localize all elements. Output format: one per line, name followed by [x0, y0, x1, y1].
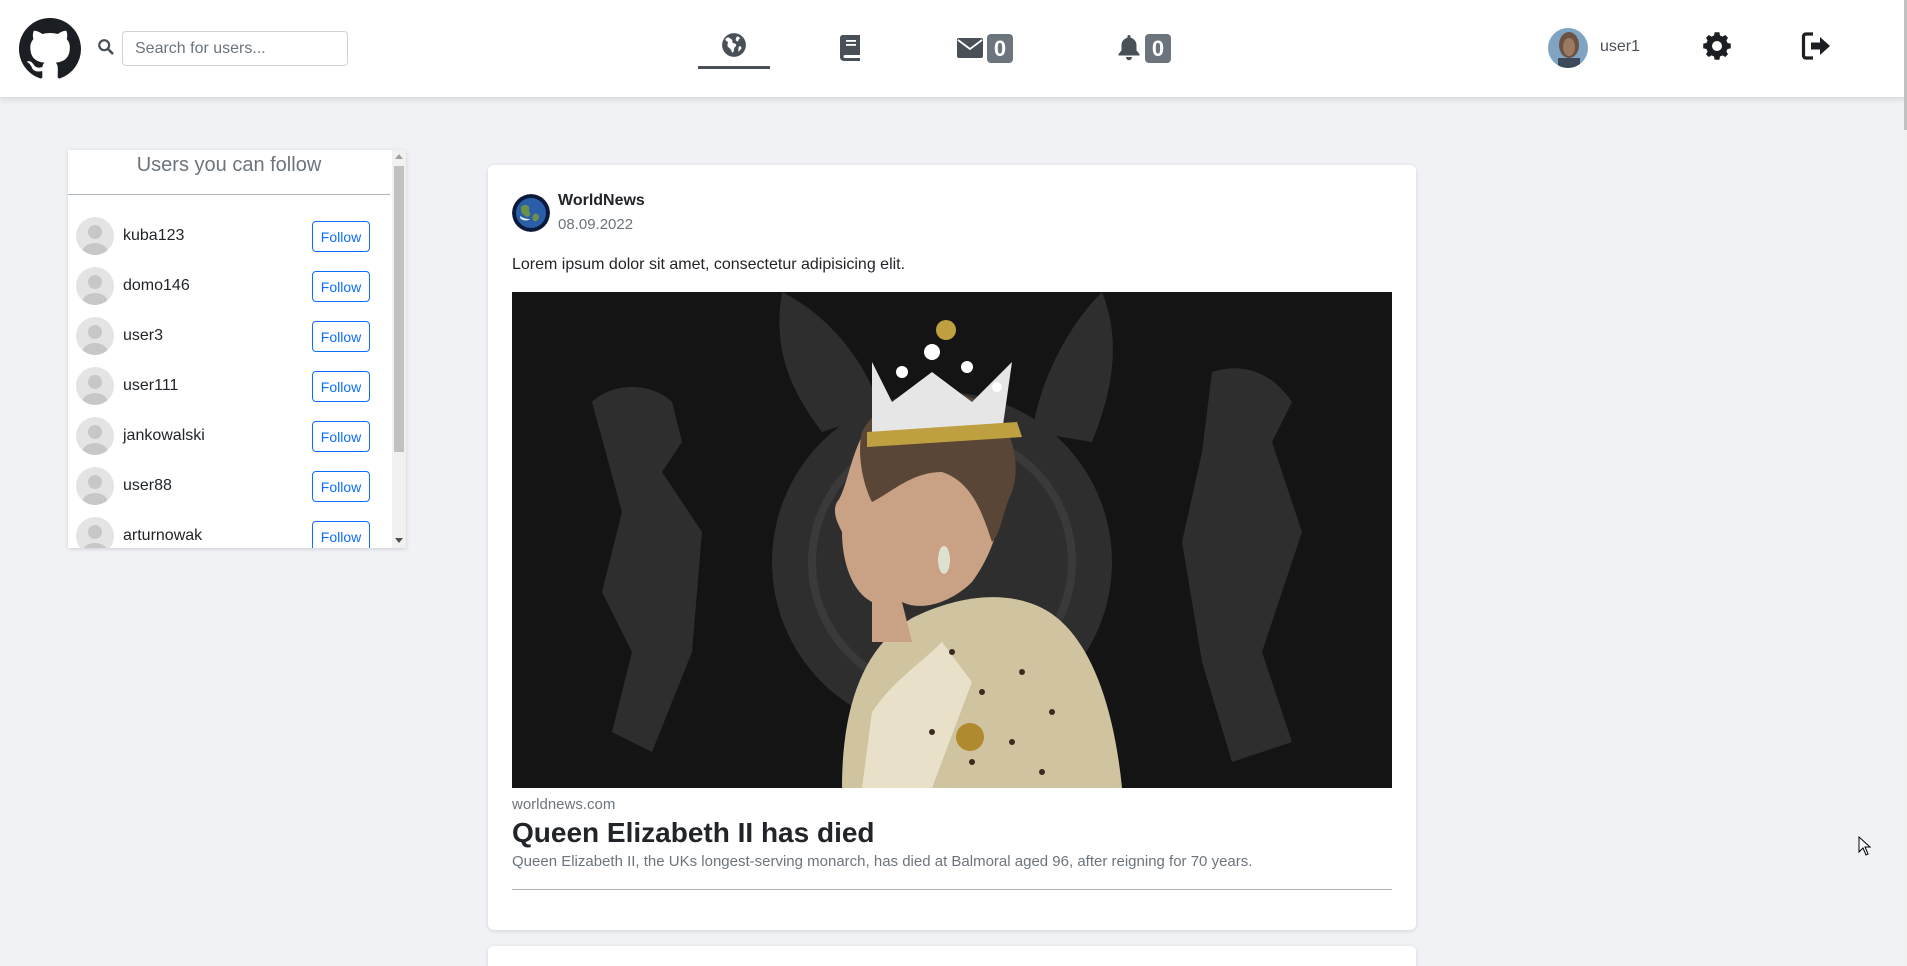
list-item: arturnowak Follow	[76, 515, 382, 548]
follow-button[interactable]: Follow	[312, 221, 370, 252]
envelope-icon	[957, 38, 983, 58]
post-author[interactable]: WorldNews	[558, 192, 645, 210]
book-icon	[840, 35, 860, 61]
mouse-cursor-icon	[1858, 836, 1872, 856]
follow-button[interactable]: Follow	[312, 421, 370, 452]
list-item: kuba123 Follow	[76, 215, 382, 255]
post-card	[488, 946, 1416, 966]
scroll-up-arrow-icon[interactable]	[395, 154, 403, 159]
nav-home-tab[interactable]	[698, 27, 770, 69]
username[interactable]: domo146	[123, 277, 190, 295]
default-avatar-icon	[76, 467, 114, 505]
follow-button[interactable]: Follow	[312, 321, 370, 352]
default-avatar-icon	[76, 367, 114, 405]
nav-notifications-tab[interactable]: 0	[1117, 28, 1171, 68]
nav-messages-tab[interactable]: 0	[957, 28, 1013, 68]
sign-out-icon[interactable]	[1801, 31, 1833, 61]
follow-button[interactable]: Follow	[312, 271, 370, 302]
author-avatar[interactable]	[512, 194, 550, 232]
default-avatar-icon	[76, 217, 114, 255]
default-avatar-icon	[76, 317, 114, 355]
bell-icon	[1118, 35, 1140, 61]
search-input[interactable]	[122, 31, 348, 66]
avatar[interactable]	[1548, 28, 1588, 68]
list-item: user88 Follow	[76, 465, 382, 505]
list-item: user111 Follow	[76, 365, 382, 405]
link-domain[interactable]: worldnews.com	[512, 796, 615, 813]
divider	[512, 889, 1392, 890]
username[interactable]: user111	[123, 377, 178, 395]
list-item: user3 Follow	[76, 315, 382, 355]
username[interactable]: user88	[123, 477, 172, 495]
username[interactable]: kuba123	[123, 227, 184, 245]
default-avatar-icon	[76, 267, 114, 305]
globe-icon	[722, 32, 746, 57]
users-to-follow-panel: Users you can follow kuba123 Follow domo…	[68, 150, 406, 548]
follow-button[interactable]: Follow	[312, 521, 370, 548]
list-item: jankowalski Follow	[76, 415, 382, 455]
top-navbar: 0 0 user1	[0, 0, 1907, 97]
current-user-name[interactable]: user1	[1600, 38, 1640, 56]
scroll-down-arrow-icon[interactable]	[395, 538, 403, 543]
link-preview-image[interactable]	[512, 292, 1392, 788]
post-date: 08.09.2022	[558, 216, 634, 233]
notifications-count-badge: 0	[1145, 33, 1171, 63]
list-item: domo146 Follow	[76, 265, 382, 305]
search-icon	[98, 39, 114, 55]
post-text: Lorem ipsum dolor sit amet, consectetur …	[512, 256, 906, 273]
post-card: WorldNews 08.09.2022 Lorem ipsum dolor s…	[488, 165, 1416, 930]
link-description: Queen Elizabeth II, the UKs longest-serv…	[512, 853, 1253, 870]
default-avatar-icon	[76, 517, 114, 548]
username[interactable]: arturnowak	[123, 527, 202, 545]
divider	[68, 194, 390, 195]
nav-pages-tab[interactable]	[836, 28, 866, 68]
scroll-thumb[interactable]	[394, 166, 404, 452]
messages-count-badge: 0	[987, 33, 1013, 63]
username[interactable]: jankowalski	[123, 427, 205, 445]
link-title[interactable]: Queen Elizabeth II has died	[512, 817, 875, 849]
github-icon[interactable]	[19, 18, 81, 80]
default-avatar-icon	[76, 417, 114, 455]
follow-panel-title: Users you can follow	[136, 154, 322, 176]
follow-button[interactable]: Follow	[312, 471, 370, 502]
follow-button[interactable]: Follow	[312, 371, 370, 402]
username[interactable]: user3	[123, 327, 163, 345]
gear-icon[interactable]	[1702, 31, 1732, 61]
follow-panel-scrollbar[interactable]	[392, 150, 406, 548]
